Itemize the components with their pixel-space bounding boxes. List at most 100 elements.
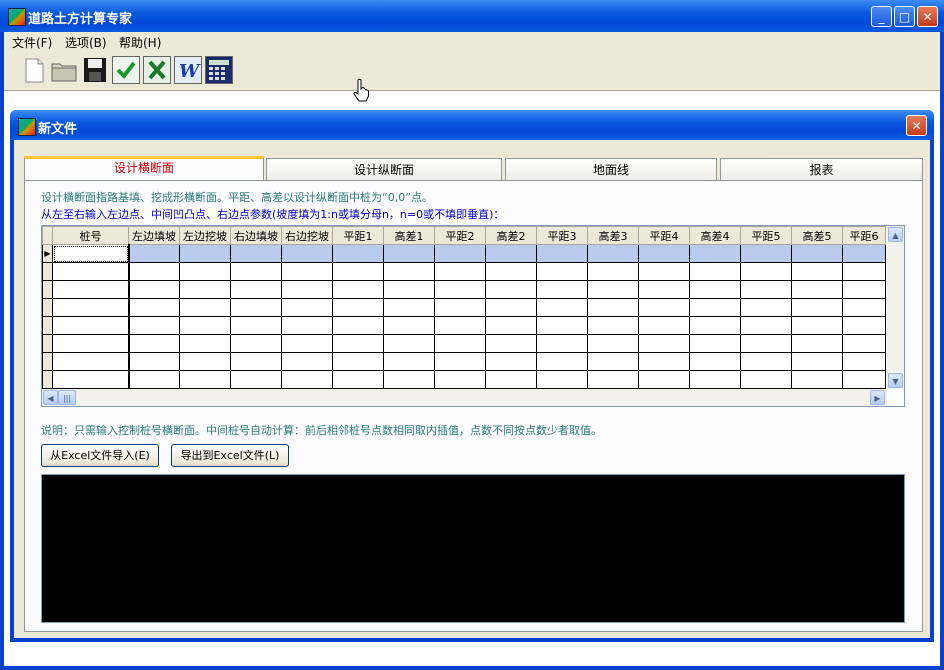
grid-cell[interactable] xyxy=(434,370,486,389)
grid-cell[interactable] xyxy=(485,280,537,299)
grid-cell[interactable] xyxy=(434,298,486,317)
grid-cell[interactable] xyxy=(638,352,690,371)
grid-cell[interactable] xyxy=(740,370,792,389)
table-row[interactable] xyxy=(42,352,886,371)
grid-cell[interactable] xyxy=(791,370,843,389)
grid-cell[interactable] xyxy=(587,262,639,281)
grid-cell[interactable] xyxy=(52,298,130,317)
tab-design-longitudinal[interactable]: 设计纵断面 xyxy=(266,158,502,182)
open-folder-icon[interactable] xyxy=(50,56,78,84)
row-indicator[interactable]: ▶ xyxy=(42,244,53,263)
save-disk-icon[interactable] xyxy=(81,56,109,84)
grid-cell[interactable] xyxy=(791,244,843,263)
grid-cell[interactable] xyxy=(536,280,588,299)
grid-cell[interactable] xyxy=(230,334,282,353)
grid-cell[interactable] xyxy=(383,298,435,317)
row-indicator[interactable] xyxy=(42,370,53,389)
column-header[interactable]: 左边挖坡 xyxy=(179,226,231,245)
grid-cell[interactable] xyxy=(485,334,537,353)
grid-cell[interactable] xyxy=(179,244,231,263)
grid-cell[interactable] xyxy=(689,370,741,389)
child-close-button[interactable]: ✕ xyxy=(906,115,927,136)
grid-cell[interactable] xyxy=(332,334,384,353)
grid-cell[interactable] xyxy=(179,370,231,389)
column-header[interactable]: 平距6 xyxy=(842,226,886,245)
column-header[interactable]: 右边挖坡 xyxy=(281,226,333,245)
table-row[interactable]: ▶ xyxy=(42,244,886,263)
grid-cell[interactable] xyxy=(332,370,384,389)
output-console[interactable] xyxy=(41,474,905,623)
grid-cell[interactable] xyxy=(638,244,690,263)
table-row[interactable] xyxy=(42,262,886,281)
grid-cell[interactable] xyxy=(689,298,741,317)
grid-cell[interactable] xyxy=(740,262,792,281)
grid-cell[interactable] xyxy=(536,298,588,317)
grid-cell[interactable] xyxy=(485,316,537,335)
close-button[interactable]: ✕ xyxy=(917,6,938,27)
grid-cell[interactable] xyxy=(332,316,384,335)
grid-cell[interactable] xyxy=(52,370,130,389)
grid-cell[interactable] xyxy=(383,262,435,281)
grid-cell[interactable] xyxy=(434,244,486,263)
grid-cell[interactable] xyxy=(638,280,690,299)
grid-cell[interactable] xyxy=(383,334,435,353)
grid-cell[interactable] xyxy=(128,298,180,317)
tab-report[interactable]: 报表 xyxy=(720,158,923,182)
grid-cell[interactable] xyxy=(587,316,639,335)
grid-cell[interactable] xyxy=(791,298,843,317)
main-title-bar[interactable]: 道路土方计算专家 _ □ ✕ xyxy=(0,0,944,32)
grid-cell[interactable] xyxy=(281,352,333,371)
grid-cell[interactable] xyxy=(383,370,435,389)
column-header[interactable]: 平距5 xyxy=(740,226,792,245)
grid-cell[interactable] xyxy=(536,316,588,335)
column-header[interactable]: 左边填坡 xyxy=(128,226,180,245)
grid-cell[interactable] xyxy=(434,262,486,281)
grid-cell[interactable] xyxy=(638,334,690,353)
child-title-bar[interactable]: 新文件 ✕ xyxy=(10,110,934,140)
table-row[interactable] xyxy=(42,316,886,335)
minimize-button[interactable]: _ xyxy=(871,6,892,27)
grid-cell[interactable] xyxy=(587,334,639,353)
table-row[interactable] xyxy=(42,280,886,299)
grid-cell[interactable] xyxy=(281,262,333,281)
grid-cell[interactable] xyxy=(281,298,333,317)
grid-cell[interactable] xyxy=(52,244,130,263)
grid-cell[interactable] xyxy=(689,262,741,281)
grid-cell[interactable] xyxy=(230,298,282,317)
grid-cell[interactable] xyxy=(230,316,282,335)
vertical-scrollbar[interactable]: ▲ ▼ xyxy=(887,226,904,389)
grid-cell[interactable] xyxy=(536,334,588,353)
grid-cell[interactable] xyxy=(842,316,886,335)
grid-cell[interactable] xyxy=(434,334,486,353)
grid-cell[interactable] xyxy=(485,298,537,317)
grid-cell[interactable] xyxy=(281,334,333,353)
grid-cell[interactable] xyxy=(179,352,231,371)
grid-cell[interactable] xyxy=(740,316,792,335)
grid-cell[interactable] xyxy=(842,334,886,353)
column-header[interactable]: 右边填坡 xyxy=(230,226,282,245)
grid-cell[interactable] xyxy=(485,262,537,281)
scroll-right-icon[interactable]: ▶ xyxy=(870,390,885,405)
grid-cell[interactable] xyxy=(536,352,588,371)
column-header[interactable]: 平距2 xyxy=(434,226,486,245)
grid-cell[interactable] xyxy=(281,244,333,263)
row-indicator[interactable] xyxy=(42,334,53,353)
grid-cell[interactable] xyxy=(689,244,741,263)
menu-file[interactable]: 文件(F) xyxy=(12,34,52,51)
column-header[interactable]: 平距1 xyxy=(332,226,384,245)
grid-cell[interactable] xyxy=(383,244,435,263)
grid-cell[interactable] xyxy=(485,370,537,389)
tab-design-cross-section[interactable]: 设计横断面 xyxy=(24,156,264,182)
grid-cell[interactable] xyxy=(52,280,130,299)
grid-cell[interactable] xyxy=(587,298,639,317)
menu-options[interactable]: 选项(B) xyxy=(65,34,107,51)
grid-cell[interactable] xyxy=(485,352,537,371)
export-excel-button[interactable]: 导出到Excel文件(L) xyxy=(171,444,289,467)
grid-cell[interactable] xyxy=(587,352,639,371)
grid-cell[interactable] xyxy=(230,262,282,281)
grid-cell[interactable] xyxy=(689,280,741,299)
grid-cell[interactable] xyxy=(281,316,333,335)
grid-cell[interactable] xyxy=(638,316,690,335)
grid-cell[interactable] xyxy=(842,244,886,263)
scroll-left-icon[interactable]: ◀ xyxy=(43,390,58,405)
